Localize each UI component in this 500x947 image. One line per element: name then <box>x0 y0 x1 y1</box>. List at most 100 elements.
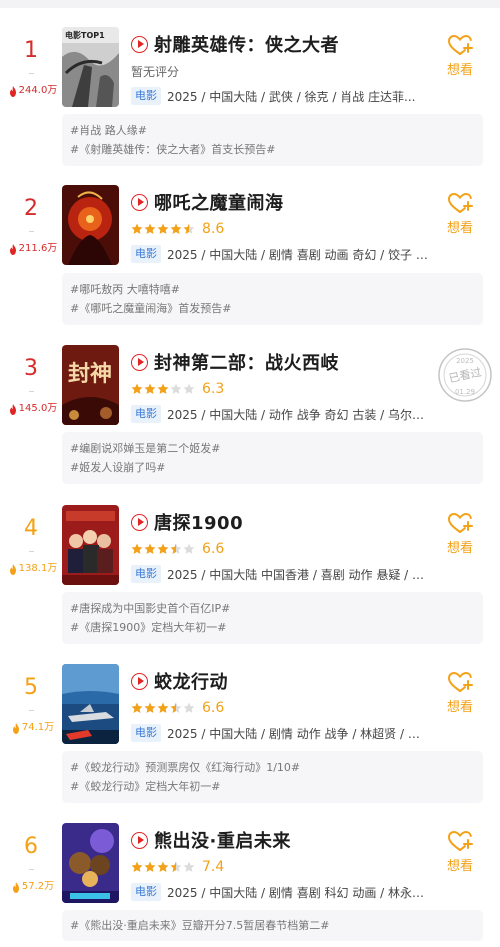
heat-value: 211.6万 <box>4 243 62 255</box>
star-half-icon <box>183 223 195 234</box>
poster-label: 封神 <box>68 361 112 387</box>
hashtag[interactable]: #《熊出没·重启未来》豆瓣开分7.5暂居春节档第二# <box>70 916 475 935</box>
movie-title[interactable]: 射雕英雄传：侠之大者 <box>154 31 339 57</box>
title-row: 哪吒之魔童闹海 <box>131 189 284 215</box>
star-full-icon <box>157 223 169 234</box>
star-full-icon <box>157 383 169 394</box>
movie-poster[interactable]: 电影TOP1 <box>62 27 119 107</box>
star-rating <box>131 702 196 714</box>
movie-poster[interactable] <box>62 185 119 265</box>
meta-row: 电影 2025 / 中国大陆 / 剧情 喜剧 科幻 动画 / 林永长 ... <box>131 881 431 903</box>
hashtag[interactable]: #《哪吒之魔童闹海》首发预告# <box>70 299 475 318</box>
star-full-icon <box>157 543 169 554</box>
hashtag-box: #肖战 路人缘# #《射雕英雄传：侠之大者》首支长预告# <box>62 114 483 166</box>
heat-value: 145.0万 <box>4 403 62 415</box>
title-row: 射雕英雄传：侠之大者 <box>131 31 339 57</box>
rating-row: 6.3 <box>131 379 224 399</box>
no-score-text: 暂无评分 <box>131 64 180 79</box>
hashtag[interactable]: #编剧说邓婵玉是第二个姬发# <box>70 439 475 458</box>
flame-icon <box>9 85 16 97</box>
stamp-date: 01.29 <box>455 388 475 396</box>
rank-divider <box>29 869 34 870</box>
category-tag: 电影 <box>131 565 161 583</box>
title-row: 唐探1900 <box>131 509 243 535</box>
stamp-year: 2025 <box>456 357 474 365</box>
flame-icon <box>9 403 16 415</box>
want-label: 想看 <box>446 541 473 556</box>
movie-meta: 2025 / 中国大陆 / 动作 战争 奇幻 古装 / 乌尔善 ... <box>167 407 431 422</box>
star-rating <box>131 223 196 235</box>
hashtag[interactable]: #《蛟龙行动》预测票房仅《红海行动》1/10# <box>70 758 475 777</box>
movie-title[interactable]: 封神第二部：战火西岐 <box>154 349 339 375</box>
heart-plus-icon <box>447 512 473 533</box>
heat-value: 244.0万 <box>4 85 62 97</box>
rating-score: 6.6 <box>202 541 225 557</box>
rank-column: 4 138.1万 <box>0 483 62 583</box>
category-tag: 电影 <box>131 87 161 105</box>
heat-number: 244.0万 <box>18 85 58 96</box>
movie-meta: 2025 / 中国大陆 / 剧情 喜剧 科幻 动画 / 林永长 ... <box>167 885 431 900</box>
heart-plus-icon <box>447 192 473 213</box>
hashtag-box: #编剧说邓婵玉是第二个姬发# #姬发人设崩了吗# <box>62 432 483 484</box>
play-icon[interactable] <box>131 672 148 690</box>
meta-row: 电影 2025 / 中国大陆 / 武侠 / 徐克 / 肖战 庄达菲... <box>131 85 431 107</box>
meta-row: 电影 2025 / 中国大陆 / 剧情 喜剧 动画 奇幻 / 饺子 / ... <box>131 243 431 265</box>
play-icon[interactable] <box>131 513 148 531</box>
star-full-icon <box>157 861 169 872</box>
star-rating <box>131 861 196 873</box>
hashtag[interactable]: #《唐探1900》定档大年初一# <box>70 618 475 637</box>
category-tag: 电影 <box>131 883 161 901</box>
title-row: 蛟龙行动 <box>131 668 228 694</box>
heat-number: 145.0万 <box>18 403 58 414</box>
movie-title[interactable]: 唐探1900 <box>154 509 243 535</box>
flame-icon <box>9 563 16 575</box>
rating-row: 暂无评分 <box>131 61 179 81</box>
movie-poster[interactable] <box>62 664 119 744</box>
play-icon[interactable] <box>131 353 148 371</box>
star-full-icon <box>144 223 156 234</box>
want-label: 想看 <box>446 63 473 78</box>
movie-poster[interactable] <box>62 505 119 585</box>
play-icon[interactable] <box>131 193 148 211</box>
hashtag[interactable]: #哪吒敖丙 大嘻特嘻# <box>70 280 475 299</box>
play-icon[interactable] <box>131 35 148 53</box>
rank-divider <box>29 391 34 392</box>
movie-poster[interactable]: 封神 <box>62 345 119 425</box>
want-to-watch-button[interactable]: 想看 <box>440 191 480 236</box>
stamp-text: 已看过 <box>447 365 482 386</box>
meta-row: 电影 2025 / 中国大陆 / 剧情 动作 战争 / 林超贤 / 黄... <box>131 722 431 744</box>
hashtag[interactable]: #肖战 路人缘# <box>70 121 475 140</box>
want-to-watch-button[interactable]: 想看 <box>440 829 480 874</box>
want-to-watch-button[interactable]: 想看 <box>440 33 480 78</box>
rank-column: 6 57.2万 <box>0 801 62 901</box>
movie-meta: 2025 / 中国大陆 / 剧情 喜剧 动画 奇幻 / 饺子 / ... <box>167 247 431 262</box>
star-empty-icon <box>183 543 195 554</box>
rank-number: 4 <box>24 516 38 541</box>
star-empty-icon <box>183 383 195 394</box>
rank-number: 3 <box>24 356 38 381</box>
want-to-watch-button[interactable]: 想看 <box>440 511 480 556</box>
hashtag[interactable]: #《蛟龙行动》定档大年初一# <box>70 777 475 796</box>
movie-title[interactable]: 哪吒之魔童闹海 <box>154 189 284 215</box>
movie-title[interactable]: 蛟龙行动 <box>154 668 228 694</box>
movie-title[interactable]: 熊出没·重启未来 <box>154 827 291 853</box>
want-to-watch-button[interactable]: 想看 <box>440 670 480 715</box>
movie-meta: 2025 / 中国大陆 / 剧情 动作 战争 / 林超贤 / 黄... <box>167 726 431 741</box>
star-half-icon <box>170 861 182 872</box>
heat-value: 74.1万 <box>4 722 62 734</box>
hashtag[interactable]: #姬发人设崩了吗# <box>70 458 475 477</box>
hashtag[interactable]: #《射雕英雄传：侠之大者》首支长预告# <box>70 140 475 159</box>
movie-poster[interactable] <box>62 823 119 903</box>
star-half-icon <box>170 543 182 554</box>
want-label: 想看 <box>446 221 473 236</box>
rating-row: 6.6 <box>131 539 224 559</box>
heart-plus-icon <box>447 671 473 692</box>
rank-number: 5 <box>24 675 38 700</box>
watched-stamp: 2025 已看过 01.29 <box>436 346 494 404</box>
rank-divider <box>29 710 34 711</box>
rating-score: 6.3 <box>202 381 225 397</box>
hashtag[interactable]: #唐探成为中国影史首个百亿IP# <box>70 599 475 618</box>
play-icon[interactable] <box>131 831 148 849</box>
rating-score: 8.6 <box>202 221 225 237</box>
rating-row: 7.4 <box>131 857 224 877</box>
